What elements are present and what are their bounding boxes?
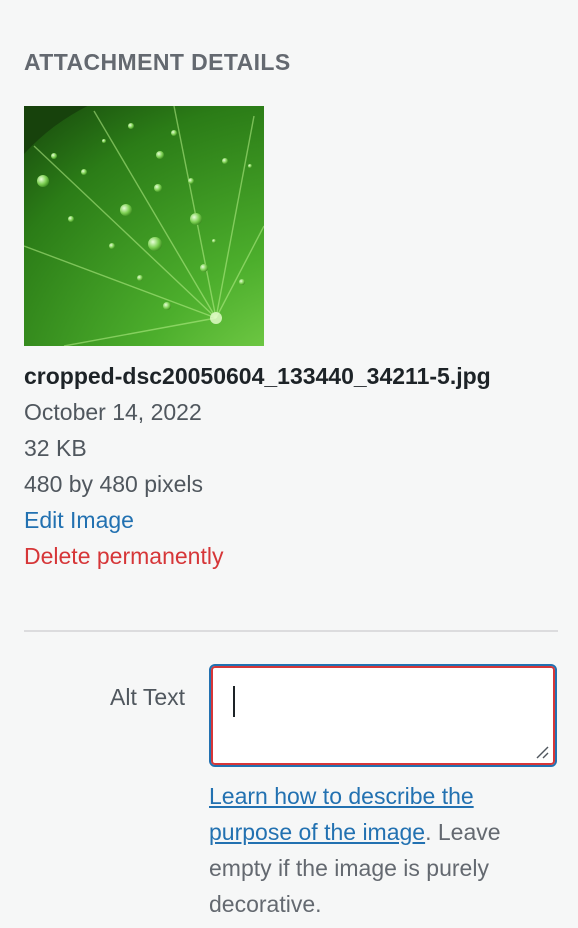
image-dimensions: 480 by 480 pixels (24, 471, 204, 497)
upload-date: October 14, 2022 (24, 399, 202, 425)
alt-text-input[interactable] (209, 664, 557, 767)
delete-permanently-link[interactable]: Delete permanently (24, 538, 524, 574)
text-caret (233, 686, 235, 717)
resize-handle-icon[interactable] (535, 745, 549, 759)
edit-image-link[interactable]: Edit Image (24, 502, 524, 538)
attachment-meta: cropped-dsc20050604_133440_34211-5.jpg O… (24, 358, 524, 574)
section-divider (24, 630, 558, 632)
alt-text-label: Alt Text (110, 684, 185, 710)
alt-text-help: Learn how to describe the purpose of the… (209, 778, 559, 922)
file-size: 32 KB (24, 435, 87, 461)
file-name: cropped-dsc20050604_133440_34211-5.jpg (24, 363, 491, 389)
panel-heading: ATTACHMENT DETAILS (24, 49, 291, 75)
attachment-thumbnail[interactable] (24, 106, 264, 346)
